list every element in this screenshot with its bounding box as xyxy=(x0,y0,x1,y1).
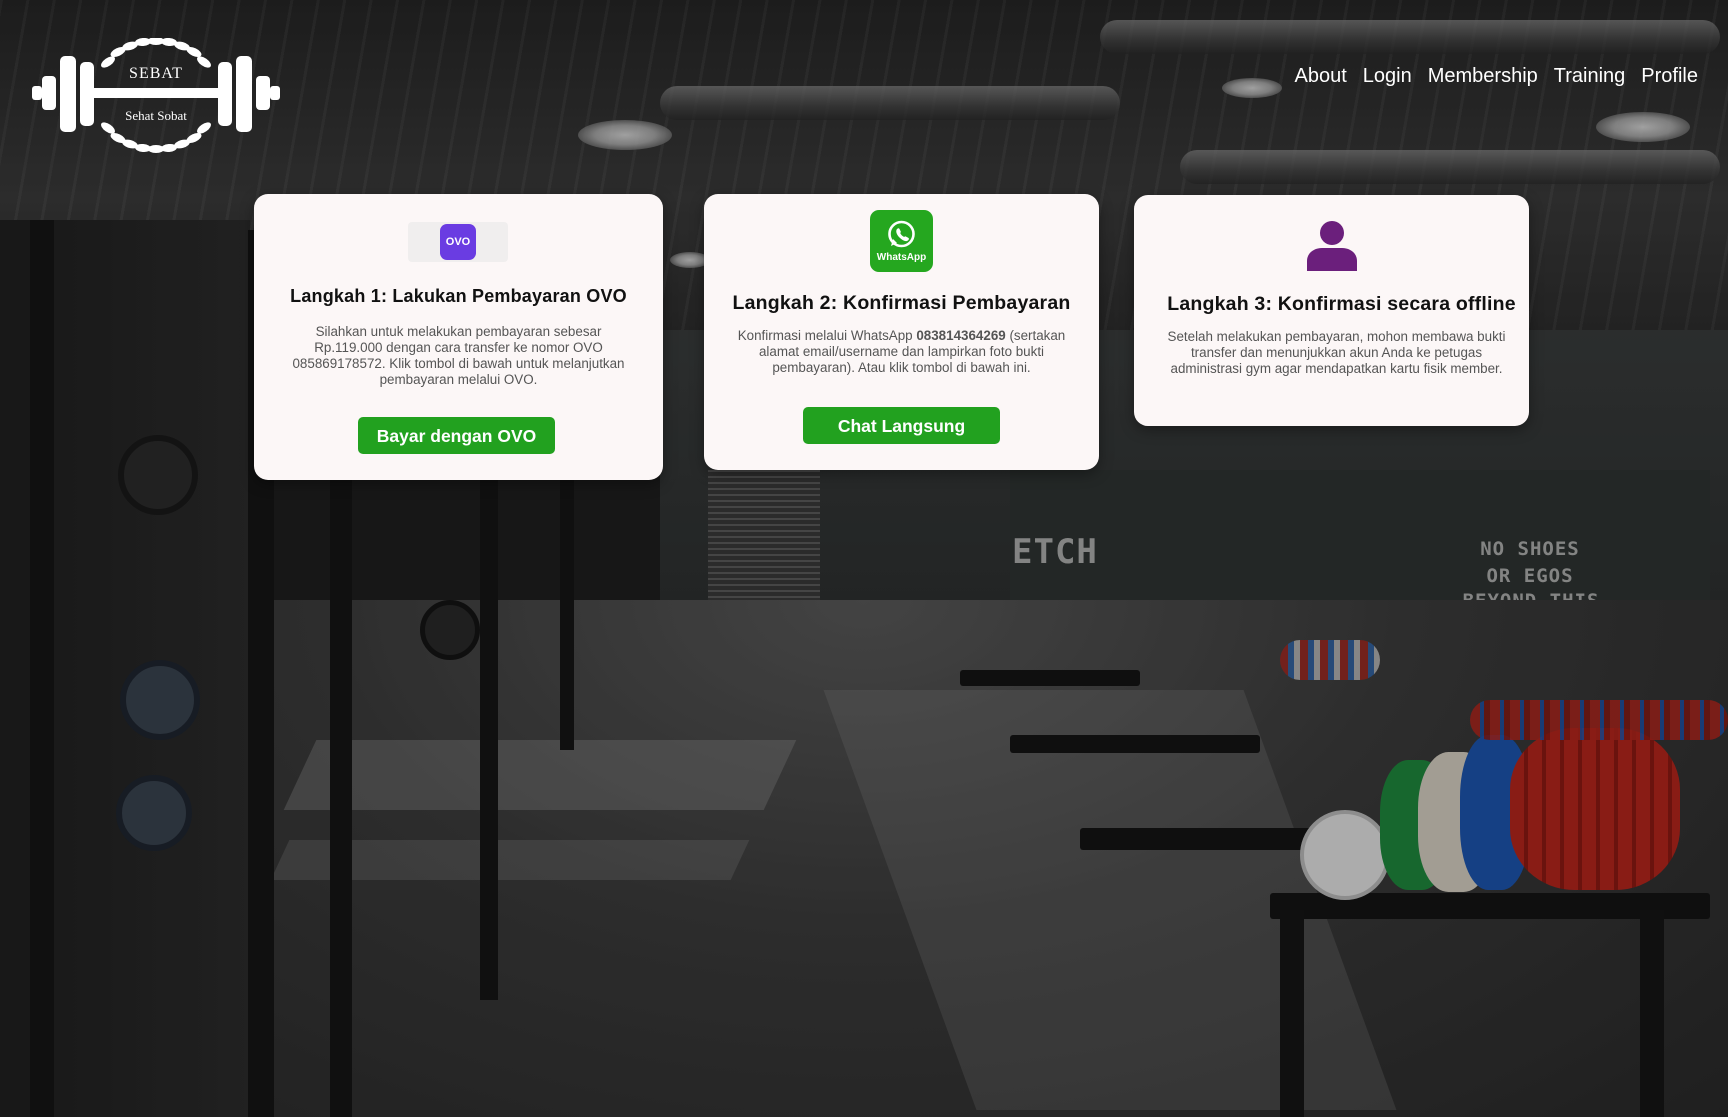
step-3-title: Langkah 3: Konfirmasi secara offline xyxy=(1167,293,1516,315)
nav-training[interactable]: Training xyxy=(1546,63,1634,89)
nav-profile[interactable]: Profile xyxy=(1633,63,1706,89)
step-card-offline: Langkah 3: Konfirmasi secara offline Set… xyxy=(1134,195,1529,426)
background-shade xyxy=(0,0,1728,1117)
whatsapp-icon-label: WhatsApp xyxy=(876,252,927,263)
whatsapp-phone-number: 083814364269 xyxy=(916,328,1006,343)
step-2-title: Langkah 2: Konfirmasi Pembayaran xyxy=(732,292,1071,314)
step-card-ovo: OVO Langkah 1: Lakukan Pembayaran OVO Si… xyxy=(254,194,663,480)
logo-bottom-text: Sehat Sobat xyxy=(125,108,187,123)
user-icon xyxy=(1307,221,1357,271)
step-2-description: Konfirmasi melalui WhatsApp 083814364269… xyxy=(728,328,1075,376)
logo-top-text: SEBAT xyxy=(129,65,183,82)
pay-with-ovo-button[interactable]: Bayar dengan OVO xyxy=(358,417,555,454)
step-1-title: Langkah 1: Lakukan Pembayaran OVO xyxy=(290,286,627,306)
barbell-logo-icon: SEBAT Sehat Sobat xyxy=(32,37,280,153)
nav-about[interactable]: About xyxy=(1287,63,1355,89)
whatsapp-icon: WhatsApp xyxy=(870,210,933,272)
nav-login[interactable]: Login xyxy=(1355,63,1420,89)
chat-directly-button[interactable]: Chat Langsung xyxy=(803,407,1000,444)
step-2-description-prefix: Konfirmasi melalui WhatsApp xyxy=(737,328,917,343)
step-card-whatsapp: WhatsApp Langkah 2: Konfirmasi Pembayara… xyxy=(704,194,1099,470)
whatsapp-logo-icon xyxy=(888,220,915,248)
main-nav: About Login Membership Training Profile xyxy=(1287,63,1706,89)
ovo-icon: OVO xyxy=(440,224,476,260)
brand-logo[interactable]: SEBAT Sehat Sobat xyxy=(30,37,282,156)
step-3-description: Setelah melakukan pembayaran, mohon memb… xyxy=(1167,329,1506,376)
background-gym-image: ETCH NO SHOES OR EGOS BEYOND THIS POINT xyxy=(0,0,1728,1117)
step-1-description: Silahkan untuk melakukan pembayaran sebe… xyxy=(292,324,625,387)
nav-membership[interactable]: Membership xyxy=(1420,63,1546,89)
